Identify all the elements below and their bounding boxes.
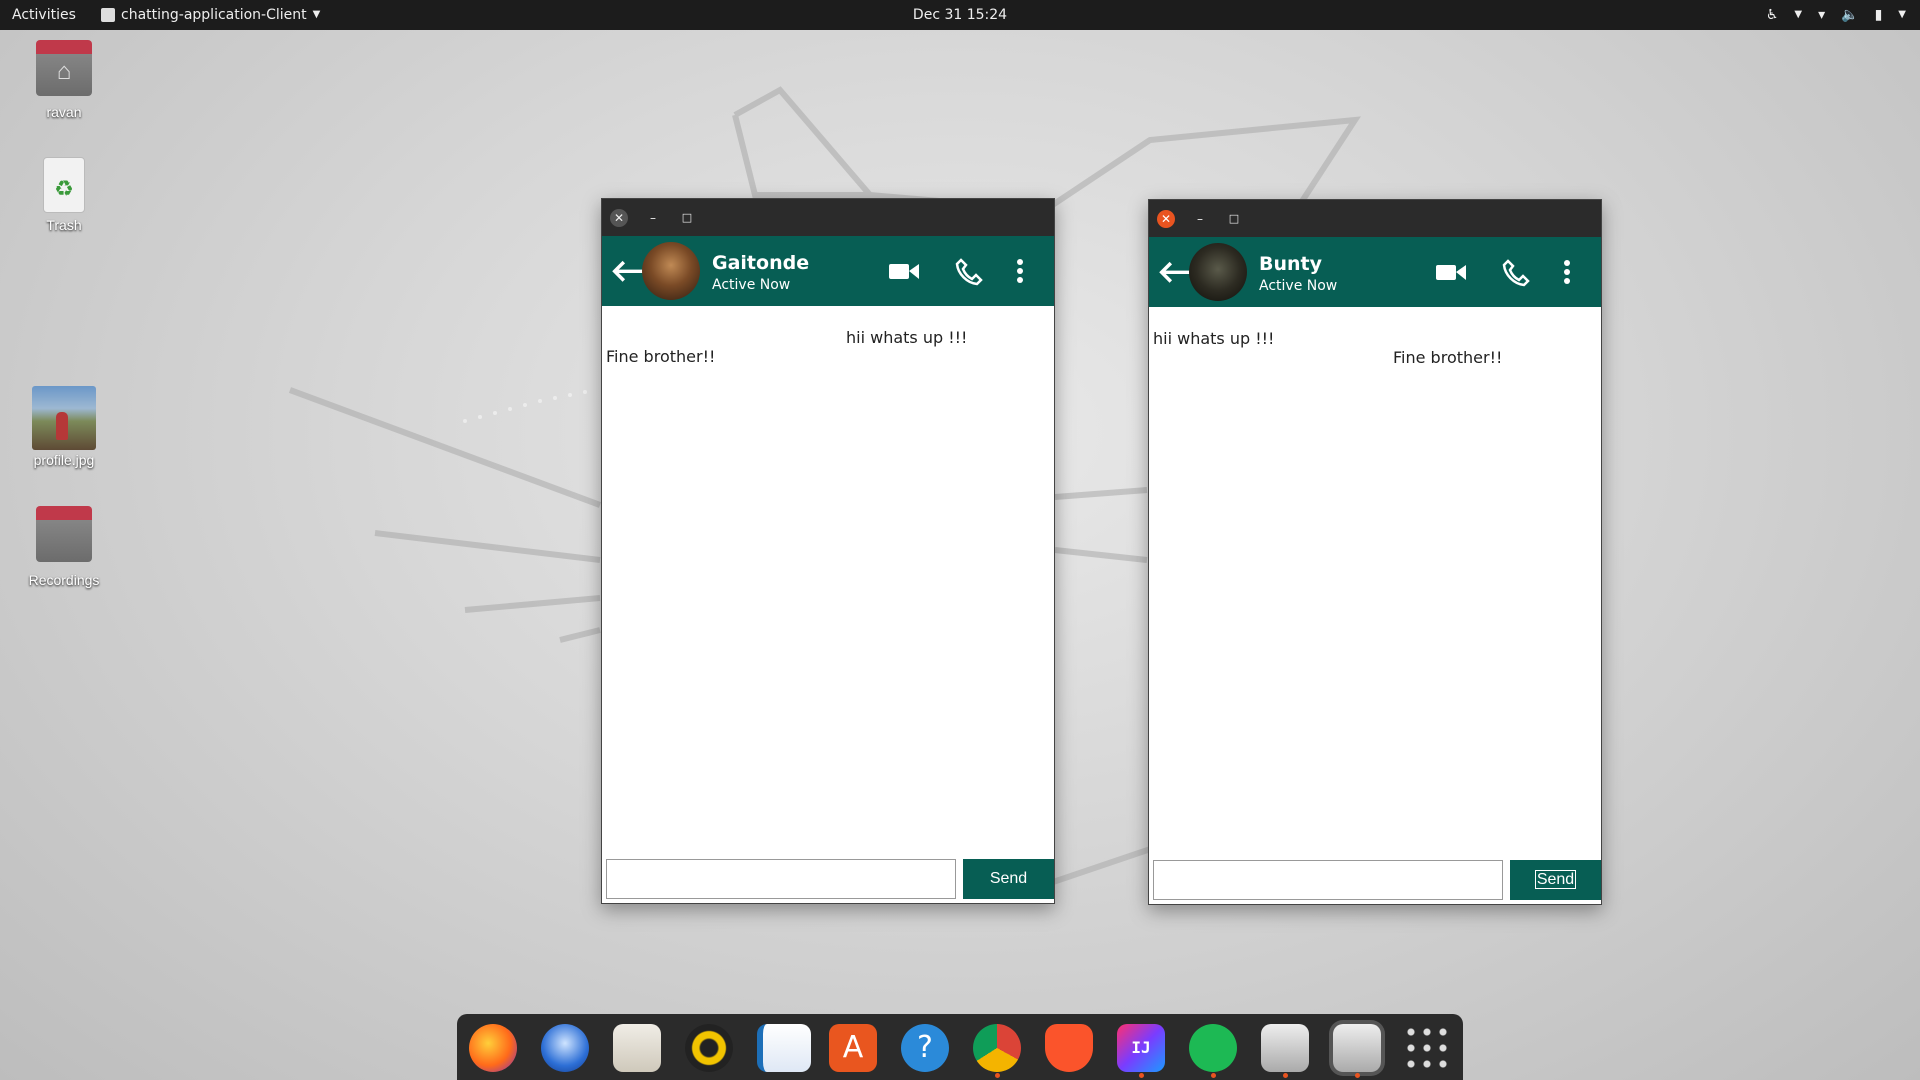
- avatar: [642, 242, 700, 300]
- dock: A ? IJ: [457, 1014, 1463, 1080]
- close-icon[interactable]: ✕: [610, 209, 628, 227]
- clock[interactable]: Dec 31 15:24: [913, 0, 1007, 30]
- java-app-icon: [101, 8, 115, 22]
- composer: Send: [1153, 860, 1601, 900]
- desktop-icon-label: ravan: [46, 104, 82, 120]
- files-icon[interactable]: [613, 1024, 661, 1072]
- desktop-icon-label: Trash: [46, 217, 82, 233]
- message-bubble: hii whats up !!!: [846, 328, 968, 347]
- thunderbird-icon[interactable]: [541, 1024, 589, 1072]
- contact-status: Active Now: [1259, 278, 1338, 294]
- chrome-icon[interactable]: [973, 1024, 1021, 1072]
- message-input[interactable]: [606, 859, 956, 899]
- folder-icon: [36, 506, 92, 562]
- maximize-icon[interactable]: □: [1225, 210, 1243, 228]
- phone-icon[interactable]: [1500, 257, 1532, 287]
- close-icon[interactable]: ✕: [1157, 210, 1175, 228]
- more-options-icon[interactable]: [1561, 257, 1573, 287]
- message-bubble: hii whats up !!!: [1153, 329, 1275, 348]
- wifi-icon: ▾: [1818, 7, 1826, 23]
- java-app-icon[interactable]: [1261, 1024, 1309, 1072]
- chat-header: 🡐 Gaitonde Active Now: [602, 236, 1054, 306]
- window-titlebar[interactable]: ✕ – □: [602, 199, 1054, 236]
- intellij-icon[interactable]: IJ: [1117, 1024, 1165, 1072]
- chevron-down-icon[interactable]: ▼: [1794, 0, 1802, 30]
- send-button[interactable]: Send: [1510, 860, 1601, 900]
- desktop-icon-home[interactable]: ⌂ ravan: [14, 40, 114, 120]
- desktop-icon-trash[interactable]: ♻ Trash: [14, 157, 114, 233]
- trash-icon: ♻: [43, 157, 85, 213]
- rhythmbox-icon[interactable]: [685, 1024, 733, 1072]
- app-menu[interactable]: chatting-application-Client ▼: [101, 0, 320, 30]
- running-indicator: [1139, 1073, 1144, 1078]
- avatar: [1189, 243, 1247, 301]
- top-panel: Activities chatting-application-Client ▼…: [0, 0, 1920, 30]
- running-indicator: [1283, 1073, 1288, 1078]
- software-center-icon[interactable]: A: [829, 1024, 877, 1072]
- battery-icon: ▮: [1874, 7, 1883, 23]
- phone-icon[interactable]: [953, 256, 985, 286]
- brave-icon[interactable]: [1045, 1024, 1093, 1072]
- home-folder-icon: ⌂: [36, 40, 92, 96]
- composer: Send: [606, 859, 1054, 899]
- system-tray[interactable]: ♿ ▼ ▾ 🔈 ▮ ▼: [1766, 0, 1906, 30]
- more-options-icon[interactable]: [1014, 256, 1026, 286]
- contact-name: Gaitonde: [712, 252, 810, 274]
- activities-button[interactable]: Activities: [12, 0, 76, 30]
- accessibility-icon[interactable]: ♿: [1766, 0, 1779, 30]
- libreoffice-writer-icon[interactable]: [757, 1024, 811, 1072]
- message-bubble: Fine brother!!: [606, 347, 716, 366]
- contact-name: Bunty: [1259, 253, 1323, 275]
- message-area: hii whats up !!! Fine brother!!: [602, 306, 1054, 846]
- message-area: hii whats up !!! Fine brother!!: [1149, 307, 1601, 847]
- desktop-icon-label: Recordings: [28, 572, 100, 588]
- contact-status: Active Now: [712, 277, 791, 293]
- minimize-icon[interactable]: –: [644, 209, 662, 227]
- video-call-icon[interactable]: [888, 256, 920, 286]
- desktop-icon-profile-jpg[interactable]: profile.jpg: [14, 386, 114, 468]
- chevron-down-icon[interactable]: ▼: [1898, 0, 1906, 30]
- maximize-icon[interactable]: □: [678, 209, 696, 227]
- video-call-icon[interactable]: [1435, 257, 1467, 287]
- java-app-icon[interactable]: [1333, 1024, 1381, 1072]
- volume-icon: 🔈: [1841, 7, 1859, 23]
- firefox-icon[interactable]: [469, 1024, 517, 1072]
- chat-header: 🡐 Bunty Active Now: [1149, 237, 1601, 307]
- chat-window-gaitonde[interactable]: ✕ – □ 🡐 Gaitonde Active Now hii whats up…: [601, 198, 1055, 904]
- desktop-icon-recordings[interactable]: Recordings: [14, 506, 114, 588]
- running-indicator: [1355, 1073, 1360, 1078]
- minimize-icon[interactable]: –: [1191, 210, 1209, 228]
- chevron-down-icon: ▼: [312, 9, 321, 20]
- spotify-icon[interactable]: [1189, 1024, 1237, 1072]
- help-icon[interactable]: ?: [901, 1024, 949, 1072]
- chat-window-bunty[interactable]: ✕ – □ 🡐 Bunty Active Now hii whats up !!…: [1148, 199, 1602, 905]
- message-input[interactable]: [1153, 860, 1503, 900]
- app-menu-label: chatting-application-Client: [121, 7, 307, 23]
- show-apps-icon[interactable]: [1403, 1024, 1451, 1072]
- image-thumbnail-icon: [32, 386, 96, 450]
- running-indicator: [995, 1073, 1000, 1078]
- message-bubble: Fine brother!!: [1393, 348, 1503, 367]
- desktop-icon-label: profile.jpg: [33, 452, 95, 468]
- window-titlebar[interactable]: ✕ – □: [1149, 200, 1601, 237]
- running-indicator: [1211, 1073, 1216, 1078]
- send-button[interactable]: Send: [963, 859, 1054, 899]
